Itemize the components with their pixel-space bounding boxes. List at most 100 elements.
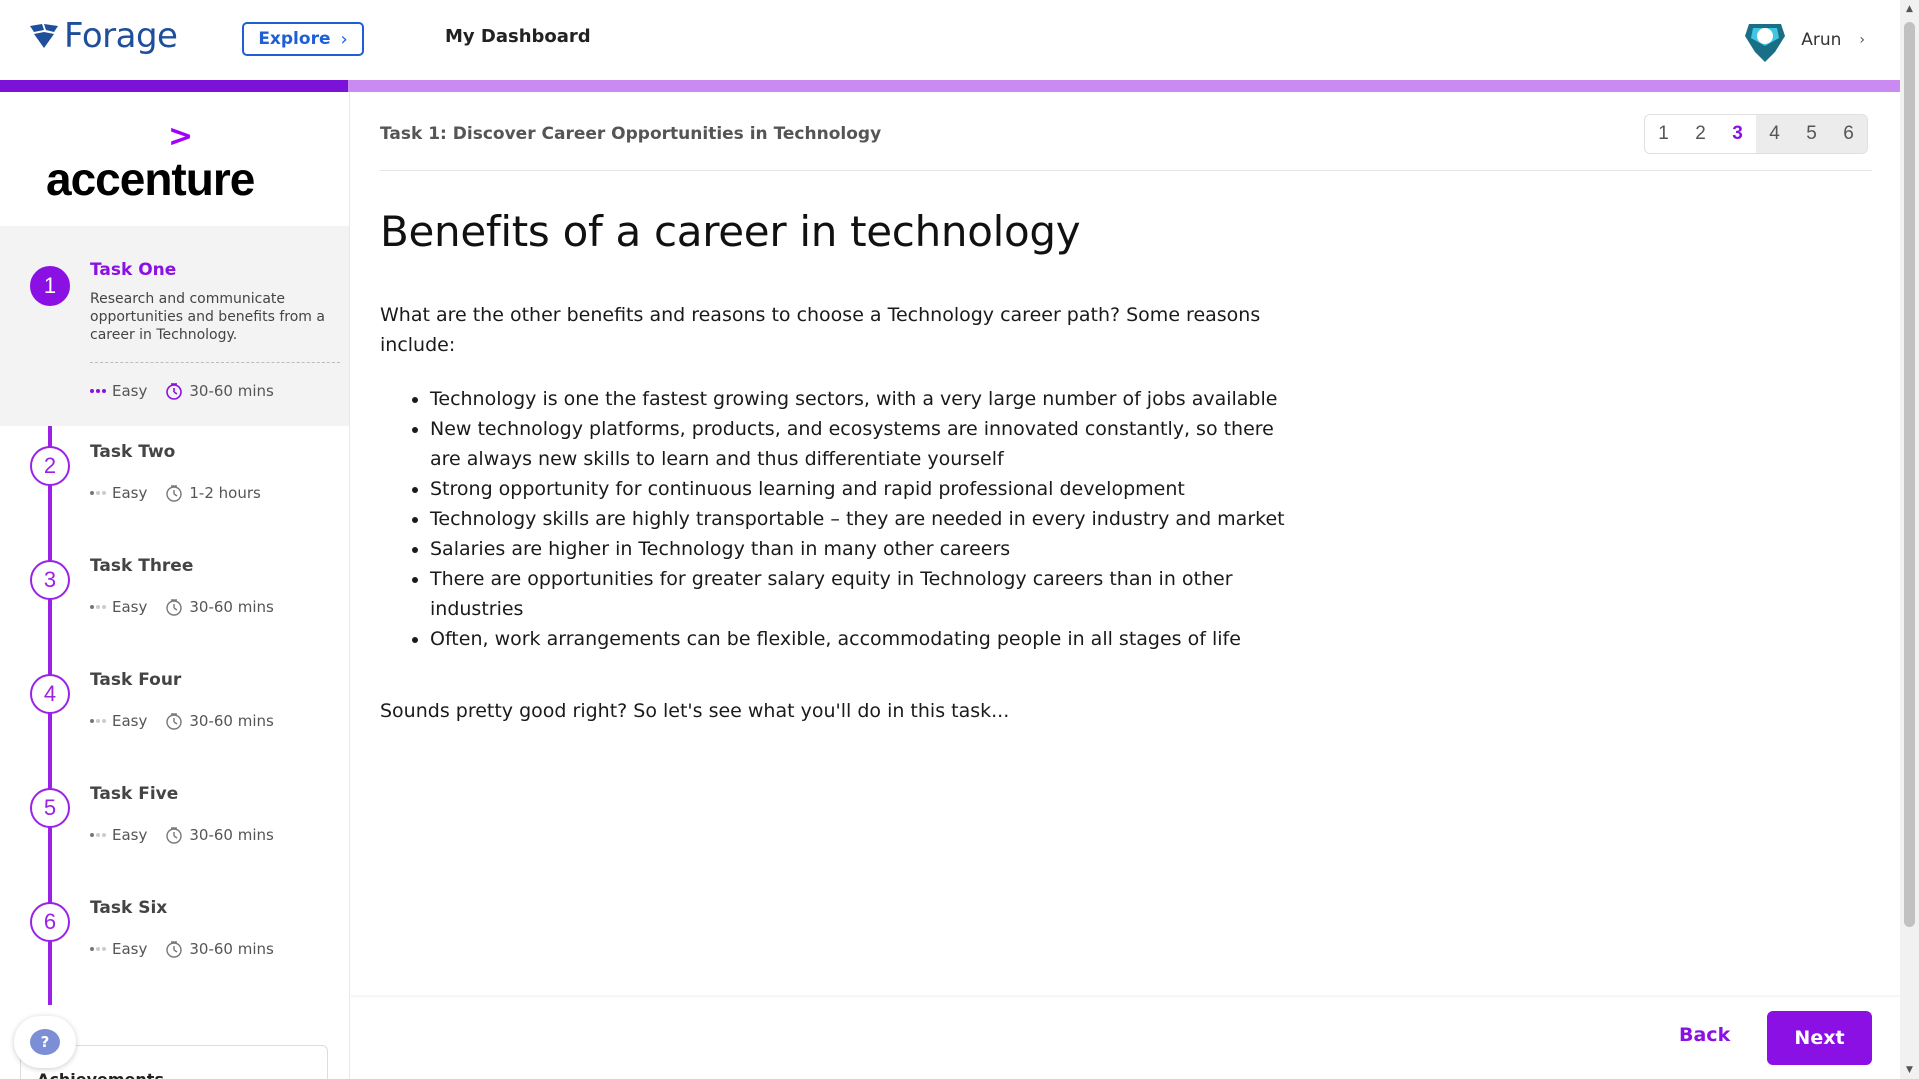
task-title: Task Three xyxy=(90,556,194,576)
chevron-up-icon: ︿ xyxy=(297,1068,313,1079)
scroll-down-arrow-icon[interactable]: ▼ xyxy=(1900,1061,1919,1079)
page-button-4[interactable]: 4 xyxy=(1756,115,1793,153)
footer-divider xyxy=(351,995,1900,999)
chevron-right-icon: › xyxy=(340,28,348,50)
duration-label: 30-60 mins xyxy=(189,598,274,616)
list-item: Salaries are higher in Technology than i… xyxy=(430,534,1310,564)
page-title: Benefits of a career in technology xyxy=(380,207,1081,256)
divider xyxy=(380,170,1872,171)
duration-label: 30-60 mins xyxy=(189,712,274,730)
task-number: 3 xyxy=(30,560,70,600)
intro-paragraph: What are the other benefits and reasons … xyxy=(380,304,1261,356)
task-number: 2 xyxy=(30,446,70,486)
timer-icon xyxy=(166,941,183,958)
difficulty-dots-icon xyxy=(90,605,106,609)
difficulty-dots-icon xyxy=(90,389,106,393)
logo-text: Forage xyxy=(64,16,178,56)
outro-paragraph: Sounds pretty good right? So let's see w… xyxy=(380,700,1010,722)
duration-label: 30-60 mins xyxy=(189,940,274,958)
task-item-6[interactable]: 6 Task Six Easy 30-60 mins xyxy=(0,898,349,992)
duration-label: 1-2 hours xyxy=(189,484,261,502)
accenture-arrow-icon: > xyxy=(168,119,194,154)
list-item: Technology is one the fastest growing se… xyxy=(430,384,1310,414)
task-title: Task Four xyxy=(90,670,182,690)
page-button-3[interactable]: 3 xyxy=(1719,115,1756,153)
task-meta: Easy 30-60 mins xyxy=(90,940,274,958)
task-title: Task Two xyxy=(90,442,176,462)
next-button[interactable]: Next xyxy=(1767,1011,1872,1065)
user-name: Arun xyxy=(1801,30,1842,50)
page-button-6[interactable]: 6 xyxy=(1830,115,1867,153)
page-scrollbar[interactable]: ▲ ▼ xyxy=(1900,0,1919,1079)
accenture-logo: > accenture xyxy=(46,119,266,206)
task-item-2[interactable]: 2 Task Two Easy 1-2 hours xyxy=(0,442,349,536)
difficulty-dots-icon xyxy=(90,947,106,951)
timer-icon xyxy=(166,599,183,616)
forage-logo-icon xyxy=(30,24,58,48)
task-number: 4 xyxy=(30,674,70,714)
page-button-2[interactable]: 2 xyxy=(1682,115,1719,153)
brand-name: accenture xyxy=(46,153,255,205)
task-item-4[interactable]: 4 Task Four Easy 30-60 mins xyxy=(0,670,349,764)
back-button[interactable]: Back xyxy=(1679,1024,1730,1046)
task-number: 6 xyxy=(30,902,70,942)
my-dashboard-link[interactable]: My Dashboard xyxy=(445,26,591,47)
task-item-1[interactable]: 1 Task One Research and communicate oppo… xyxy=(0,226,349,426)
explore-label: Explore xyxy=(258,29,331,49)
top-header: Forage Explore › My Dashboard Arun › xyxy=(0,0,1900,80)
timer-icon xyxy=(166,383,183,400)
duration-label: 30-60 mins xyxy=(189,826,274,844)
progress-fill xyxy=(0,80,348,92)
help-button[interactable]: ? xyxy=(14,1016,76,1068)
step-pager: 1 2 3 4 5 6 xyxy=(1644,114,1868,154)
difficulty-label: Easy xyxy=(112,712,148,730)
difficulty-label: Easy xyxy=(112,484,148,502)
page-button-5[interactable]: 5 xyxy=(1793,115,1830,153)
difficulty-dots-icon xyxy=(90,719,106,723)
task-meta: Easy 1-2 hours xyxy=(90,484,261,502)
difficulty-dots-icon xyxy=(90,491,106,495)
task-meta: Easy 30-60 mins xyxy=(90,826,274,844)
difficulty-label: Easy xyxy=(112,382,148,400)
task-description: Research and communicate opportunities a… xyxy=(90,291,325,343)
benefits-list: Technology is one the fastest growing se… xyxy=(430,384,1310,654)
divider xyxy=(90,362,340,363)
difficulty-label: Easy xyxy=(112,598,148,616)
timer-icon xyxy=(166,485,183,502)
main-content: Task 1: Discover Career Opportunities in… xyxy=(351,92,1900,1079)
list-item: Often, work arrangements can be flexible… xyxy=(430,624,1310,654)
list-item: There are opportunities for greater sala… xyxy=(430,564,1310,624)
task-item-3[interactable]: 3 Task Three Easy 30-60 mins xyxy=(0,556,349,650)
achievements-label: Achievements xyxy=(37,1070,164,1079)
task-item-5[interactable]: 5 Task Five Easy 30-60 mins xyxy=(0,784,349,878)
list-item: Technology skills are highly transportab… xyxy=(430,504,1310,534)
difficulty-label: Easy xyxy=(112,826,148,844)
list-item: New technology platforms, products, and … xyxy=(430,414,1310,474)
explore-button[interactable]: Explore › xyxy=(242,22,364,56)
article-body: What are the other benefits and reasons … xyxy=(380,300,1310,726)
avatar xyxy=(1745,24,1786,62)
list-item: Strong opportunity for continuous learni… xyxy=(430,474,1310,504)
task-number: 5 xyxy=(30,788,70,828)
task-number: 1 xyxy=(30,266,70,306)
task-title: Task Five xyxy=(90,784,179,804)
help-icon: ? xyxy=(30,1029,60,1055)
difficulty-dots-icon xyxy=(90,833,106,837)
task-progress-bar xyxy=(0,80,1900,92)
task-sidebar: > accenture 1 Task One Research and comm… xyxy=(0,92,350,1079)
task-breadcrumb: Task 1: Discover Career Opportunities in… xyxy=(380,124,882,144)
user-menu[interactable]: Arun › xyxy=(1741,16,1865,64)
chevron-right-icon: › xyxy=(1859,32,1865,48)
scrollbar-thumb[interactable] xyxy=(1904,22,1915,927)
duration-label: 30-60 mins xyxy=(189,382,274,400)
difficulty-label: Easy xyxy=(112,940,148,958)
scroll-up-arrow-icon[interactable]: ▲ xyxy=(1900,0,1919,18)
timer-icon xyxy=(166,713,183,730)
task-title: Task One xyxy=(90,260,177,280)
task-meta: Easy 30-60 mins xyxy=(90,712,274,730)
page-button-1[interactable]: 1 xyxy=(1645,115,1682,153)
task-meta: Easy 30-60 mins xyxy=(90,598,274,616)
forage-logo[interactable]: Forage xyxy=(28,16,178,56)
task-title: Task Six xyxy=(90,898,168,918)
task-meta: Easy 30-60 mins xyxy=(90,382,274,400)
